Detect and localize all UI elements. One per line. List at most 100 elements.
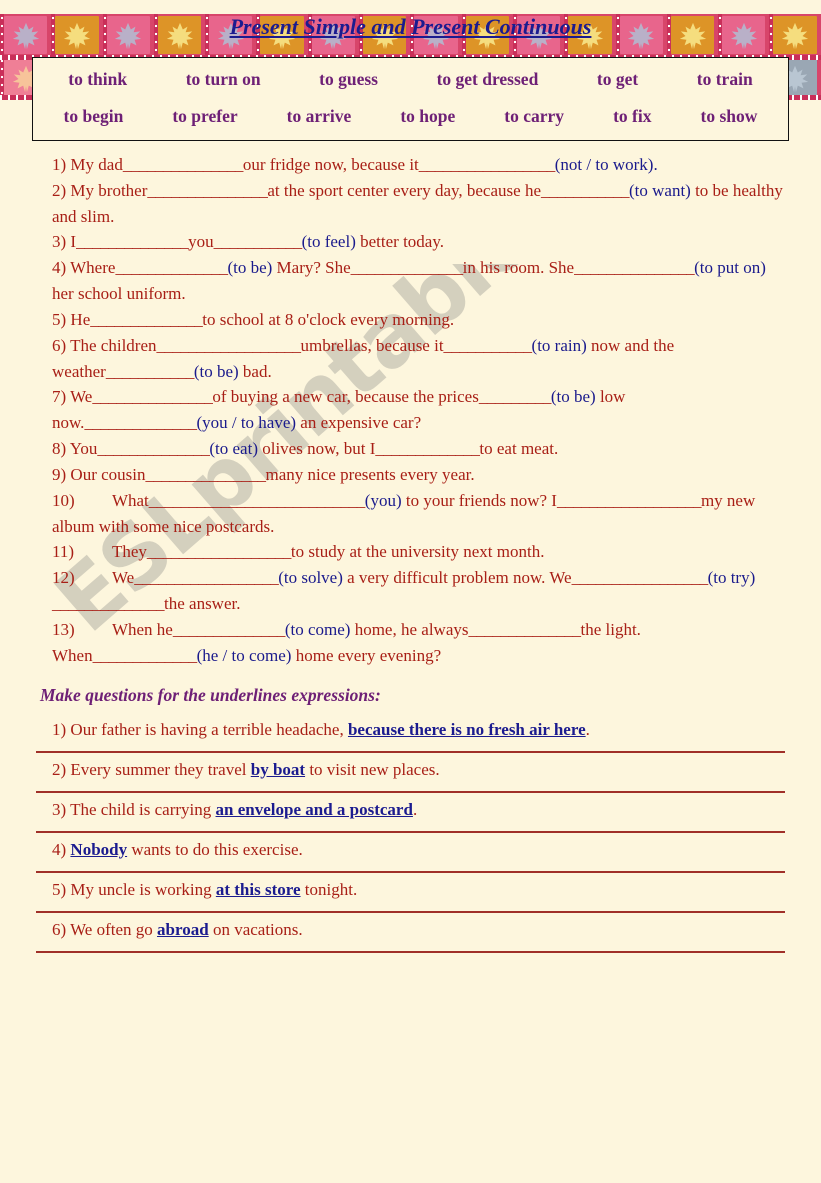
exercise-text: of buying a new car, because the prices [212,387,479,407]
answer-line[interactable] [36,750,785,753]
question-number: 1) [52,719,71,739]
exercise-number: 4) [52,258,67,278]
question-text-before: Our father is having a terrible headache… [70,719,348,739]
make-questions-list: 1) Our father is having a terrible heada… [36,720,785,953]
exercise-text: They [111,542,147,562]
answer-blank[interactable]: ___________ [444,336,533,355]
word-bank-item: to get dressed [436,69,539,89]
answer-blank[interactable]: ___________ [214,232,303,251]
answer-blank[interactable]: _______________ [574,258,695,277]
worksheet-page: Present Simple and Present Continuous to… [0,14,821,953]
answer-blank[interactable]: ______________ [84,413,197,432]
answer-blank[interactable]: _______________ [123,155,244,174]
exercise-text: to school at 8 o'clock every morning. [202,309,455,329]
exercise-item: 4) Where______________(to be) Mary? She_… [52,255,785,307]
exercise-text: We [70,387,93,407]
answer-blank[interactable]: _________________ [572,568,709,587]
verb-hint: (to solve) [278,568,343,588]
answer-blank[interactable]: __________________ [557,491,702,510]
answer-blank[interactable]: ______________ [52,594,165,613]
exercise-text: My dad [70,155,123,174]
answer-blank[interactable]: ______________ [90,310,203,329]
exercise-number: 6) [52,335,67,355]
exercise-text: our fridge now, because it [242,155,419,174]
exercise-text: We [111,568,135,588]
underlined-expression: at this store [215,879,301,899]
answer-blank[interactable]: _______________ [146,465,267,484]
exercise-item: 1) My dad_______________our fridge now, … [52,152,785,178]
answer-blank[interactable]: ______________ [115,258,228,277]
word-bank-item: to begin [63,106,124,126]
answer-blank[interactable]: _________ [479,387,552,406]
verb-hint: (he / to come) [196,645,292,665]
verb-hint: (to eat) [209,439,258,459]
exercise-text: in his room. She [462,258,575,278]
answer-line[interactable] [36,950,785,953]
answer-blank[interactable]: _______________ [147,181,268,200]
answer-blank[interactable]: _________________ [419,155,556,174]
answer-blank[interactable]: __________________ [134,568,279,587]
exercise-item: 12) We__________________(to solve) a ver… [52,565,785,617]
question-text-before: Every summer they travel [70,759,251,779]
exercise-number: 13) [52,619,75,639]
question-number: 6) [52,919,71,939]
answer-blank[interactable]: __________________ [147,542,292,561]
exercise-text: bad. [242,361,272,381]
exercise-item: 11) They__________________to study at th… [52,539,785,565]
exercise-number: 5) [52,309,67,329]
word-bank-item: to show [700,106,758,126]
word-bank-item: to fix [613,106,652,126]
exercise-number: 3) [52,232,67,252]
verb-hint: (to put on) [694,258,766,278]
answer-line[interactable] [36,910,785,913]
verb-hint: (you) [364,490,402,510]
question-item: 6) We often go abroad on vacations. [36,920,785,942]
word-bank-row-2: to begin to prefer to arrive to hope to carr… [39,93,782,130]
answer-blank[interactable]: _____________ [375,439,480,458]
exercise-text: an expensive car? [300,413,422,433]
question-number: 3) [52,799,71,819]
word-bank-row-1: to think to turn on to guess to get dressed… [39,66,782,93]
question-item: 5) My uncle is working at this store ton… [36,880,785,902]
answer-blank[interactable]: __________________ [157,336,302,355]
exercise-number: 9) [52,464,67,484]
answer-blank[interactable]: ______________ [76,232,189,251]
answer-blank[interactable]: ___________________________ [149,491,366,510]
answer-blank[interactable]: ___________ [106,362,195,381]
answer-line[interactable] [36,830,785,833]
exercise-text: What [111,490,149,510]
verb-hint: (to be) [227,258,273,278]
answer-blank[interactable]: _______________ [92,387,213,406]
exercise-item: 3) I______________you___________(to feel… [52,229,785,255]
exercise-text: you [188,232,214,252]
question-number: 2) [52,759,71,779]
answer-blank[interactable]: ___________ [541,181,630,200]
exercise-text: olives now, but I [262,439,376,459]
underlined-expression: by boat [250,759,306,779]
question-text-before: My uncle is working [70,879,216,899]
answer-blank[interactable]: ______________ [468,620,581,639]
exercise-text: home, he always [354,619,469,639]
verb-hint: (to be) [193,361,239,381]
exercise-text: the answer. [164,594,241,614]
exercise-text: Where [70,258,116,278]
page-title: Present Simple and Present Continuous [229,14,592,39]
answer-line[interactable] [36,790,785,793]
question-text-after: . [412,799,418,819]
exercise-number: 11) [52,542,75,562]
question-text-after: . [585,719,590,739]
answer-blank[interactable]: ______________ [351,258,464,277]
word-bank-item: to get [596,69,639,89]
question-number: 4) [52,839,71,859]
exercise-text: her school uniform. [52,284,186,304]
answer-blank[interactable]: ______________ [173,620,286,639]
answer-blank[interactable]: _____________ [93,646,198,665]
exercise-number: 7) [52,387,67,407]
verb-hint: (to be) [550,387,596,407]
exercise-text: to eat meat. [479,439,559,459]
word-bank-item: to think [68,69,128,89]
underlined-expression: Nobody [70,839,128,859]
answer-blank[interactable]: ______________ [97,439,210,458]
answer-line[interactable] [36,870,785,873]
fill-in-exercise-list: 1) My dad_______________our fridge now, … [52,152,785,669]
